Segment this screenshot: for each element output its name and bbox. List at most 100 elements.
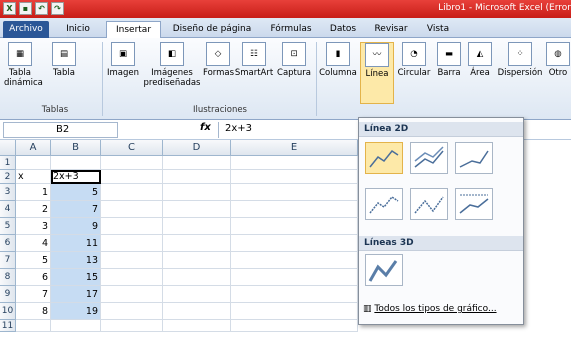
cell[interactable] — [101, 286, 163, 303]
tab-datos[interactable]: Datos — [322, 21, 364, 38]
cell[interactable] — [231, 184, 358, 201]
line-markers-thumb[interactable] — [365, 188, 403, 220]
insert-function-button[interactable]: fx — [200, 122, 211, 133]
row-header[interactable]: 4 — [0, 201, 16, 218]
cell-a[interactable]: 7 — [16, 286, 51, 303]
clipart-button[interactable]: ◧ Imágenes prediseñadas — [142, 42, 202, 88]
row-header[interactable]: 5 — [0, 218, 16, 235]
cell-a[interactable] — [16, 320, 51, 332]
cell-b[interactable]: 19 — [51, 303, 101, 320]
select-all-corner[interactable] — [0, 140, 16, 156]
redo-icon[interactable]: ↷ — [51, 2, 64, 15]
tab-formulas[interactable]: Fórmulas — [262, 21, 320, 38]
cell[interactable] — [163, 184, 231, 201]
row-header[interactable]: 6 — [0, 235, 16, 252]
cell[interactable] — [231, 235, 358, 252]
cell-b[interactable]: 15 — [51, 269, 101, 286]
cell-b[interactable]: 11 — [51, 235, 101, 252]
percent-line-markers-thumb[interactable] — [455, 188, 493, 220]
column-header[interactable]: D — [163, 140, 231, 156]
row-header[interactable]: 7 — [0, 252, 16, 269]
all-chart-types-link[interactable]: ▥ Todos los tipos de gráfico... — [363, 304, 497, 314]
cell-a[interactable]: 6 — [16, 269, 51, 286]
cell[interactable] — [163, 269, 231, 286]
cell-b[interactable] — [51, 320, 101, 332]
row-header[interactable]: 1 — [0, 156, 16, 170]
cell-b[interactable]: 2x+3 — [51, 170, 101, 184]
shapes-button[interactable]: ◇ Formas — [203, 42, 234, 78]
cell-a[interactable]: 5 — [16, 252, 51, 269]
cell-a[interactable]: x — [16, 170, 51, 184]
percent-line-thumb[interactable] — [455, 142, 493, 174]
cell[interactable] — [101, 303, 163, 320]
cell-a[interactable]: 1 — [16, 184, 51, 201]
cell[interactable] — [101, 252, 163, 269]
tab-diseno-pagina[interactable]: Diseño de página — [167, 21, 257, 38]
column-header[interactable]: E — [231, 140, 358, 156]
cell-b[interactable]: 5 — [51, 184, 101, 201]
cell[interactable] — [163, 252, 231, 269]
bar-chart-button[interactable]: ▬ Barra — [434, 42, 464, 78]
cell-b[interactable]: 17 — [51, 286, 101, 303]
tab-inicio[interactable]: Inicio — [56, 21, 100, 38]
line-chart-button[interactable]: 〰 Línea — [360, 42, 394, 104]
screenshot-button[interactable]: ⊡ Captura — [274, 42, 314, 78]
cell[interactable] — [101, 269, 163, 286]
cell-a[interactable]: 8 — [16, 303, 51, 320]
smartart-button[interactable]: ☷ SmartArt — [234, 42, 274, 78]
cell-a[interactable]: 4 — [16, 235, 51, 252]
cell[interactable] — [101, 201, 163, 218]
cell[interactable] — [231, 218, 358, 235]
cell-b[interactable]: 7 — [51, 201, 101, 218]
column-header[interactable]: C — [101, 140, 163, 156]
cell[interactable] — [101, 156, 163, 170]
tab-revisar[interactable]: Revisar — [368, 21, 414, 38]
column-header[interactable]: B — [51, 140, 101, 156]
row-header[interactable]: 11 — [0, 320, 16, 332]
cell[interactable] — [101, 184, 163, 201]
undo-icon[interactable]: ↶ — [35, 2, 48, 15]
cell-b[interactable]: 9 — [51, 218, 101, 235]
cell-a[interactable]: 2 — [16, 201, 51, 218]
formula-input[interactable]: 2x+3 — [218, 122, 252, 138]
cell-b[interactable] — [51, 156, 101, 170]
cell[interactable] — [163, 170, 231, 184]
cell[interactable] — [231, 286, 358, 303]
row-header[interactable]: 8 — [0, 269, 16, 286]
save-icon[interactable]: ▪ — [19, 2, 32, 15]
area-chart-button[interactable]: ◭ Área — [466, 42, 494, 78]
cell[interactable] — [231, 252, 358, 269]
column-chart-button[interactable]: ▮ Columna — [318, 42, 358, 78]
cell[interactable] — [163, 235, 231, 252]
cell[interactable] — [231, 156, 358, 170]
picture-button[interactable]: ▣ Imagen — [106, 42, 140, 78]
pie-chart-button[interactable]: ◔ Circular — [396, 42, 432, 78]
cell-a[interactable] — [16, 156, 51, 170]
cell[interactable] — [101, 218, 163, 235]
line-chart-thumb[interactable] — [365, 142, 403, 174]
row-header[interactable]: 3 — [0, 184, 16, 201]
cell[interactable] — [101, 235, 163, 252]
stacked-line-thumb[interactable] — [410, 142, 448, 174]
cell[interactable] — [231, 269, 358, 286]
table-button[interactable]: ▤ Tabla — [48, 42, 80, 78]
pivot-table-button[interactable]: ▦ Tabla dinámica — [4, 42, 43, 88]
other-charts-button[interactable]: ◍ Otro — [546, 42, 570, 78]
cell[interactable] — [163, 201, 231, 218]
row-header[interactable]: 10 — [0, 303, 16, 320]
cell-b[interactable]: 13 — [51, 252, 101, 269]
cell[interactable] — [163, 303, 231, 320]
scatter-chart-button[interactable]: ⁘ Dispersión — [496, 42, 544, 78]
cell[interactable] — [231, 320, 358, 332]
name-box[interactable]: B2 — [3, 122, 118, 138]
cell[interactable] — [163, 218, 231, 235]
cell[interactable] — [231, 201, 358, 218]
cell[interactable] — [231, 170, 358, 184]
cell[interactable] — [231, 303, 358, 320]
row-header[interactable]: 9 — [0, 286, 16, 303]
tab-archivo[interactable]: Archivo — [3, 21, 49, 38]
cell[interactable] — [163, 156, 231, 170]
cell-a[interactable]: 3 — [16, 218, 51, 235]
cell[interactable] — [101, 320, 163, 332]
column-header[interactable]: A — [16, 140, 51, 156]
